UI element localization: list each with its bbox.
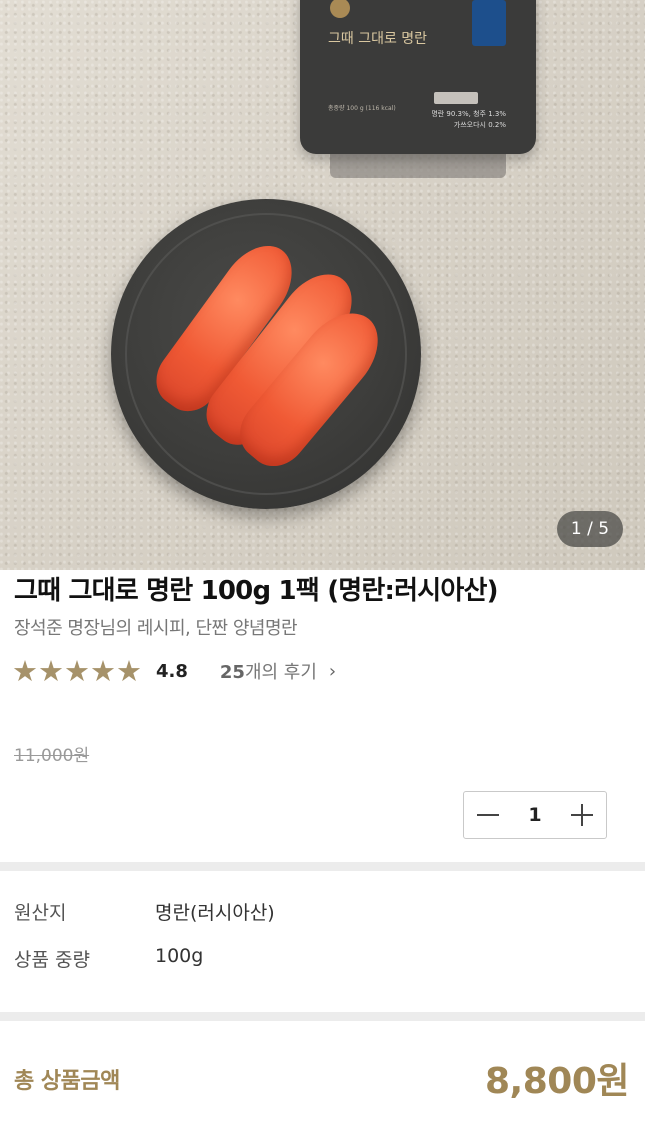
weight-value: 100g: [155, 945, 204, 967]
quantity-stepper: 1: [463, 791, 607, 839]
brand-logo-icon: [330, 0, 350, 18]
review-count: 25: [219, 662, 245, 683]
image-page-counter: 1 / 5: [557, 511, 623, 547]
original-price: 11,000원: [14, 746, 90, 766]
rating-score: 4.8: [156, 660, 188, 682]
product-package: 그때 그대로 명란 총중량 100 g (116 kcal) 명란 90.3%,…: [300, 0, 536, 154]
section-divider: [0, 862, 645, 871]
decrease-quantity-button[interactable]: [464, 792, 512, 838]
origin-label: 원산지: [14, 902, 67, 924]
plus-icon: [571, 804, 593, 826]
origin-value: 명란(러시아산): [155, 902, 275, 924]
star-rating: ★★★★★: [12, 656, 142, 686]
product-subtitle: 장석준 명장님의 레시피, 단짠 양념명란: [14, 618, 298, 639]
package-lid: [330, 150, 506, 178]
increase-quantity-button[interactable]: [558, 792, 606, 838]
section-divider: [0, 1012, 645, 1021]
package-ingredients: 명란 90.3%, 청주 1.3% 가쓰오다시 0.2%: [431, 110, 506, 129]
quantity-value[interactable]: 1: [512, 804, 558, 826]
total-price-label: 총 상품금액: [14, 1069, 120, 1094]
package-title: 그때 그대로 명란: [328, 31, 428, 47]
certification-seal-icon: [434, 92, 478, 104]
package-net-weight: 총중량 100 g (116 kcal): [328, 105, 396, 112]
weight-label: 상품 중량: [14, 949, 90, 971]
msc-label-icon: [472, 0, 506, 46]
reviews-link[interactable]: 25개의 후기: [220, 658, 317, 684]
review-suffix: 개의 후기: [244, 662, 317, 683]
rating-row: ★★★★★ 4.8 25개의 후기 ›: [12, 654, 336, 688]
total-price: 8,800원: [485, 1061, 630, 1102]
product-title: 그때 그대로 명란 100g 1팩 (명란:러시아산): [14, 576, 498, 606]
chevron-right-icon[interactable]: ›: [329, 661, 336, 682]
product-image-gallery[interactable]: 그때 그대로 명란 총중량 100 g (116 kcal) 명란 90.3%,…: [0, 0, 645, 570]
minus-icon: [477, 814, 499, 816]
star-icon: ★★★★★: [12, 654, 142, 688]
